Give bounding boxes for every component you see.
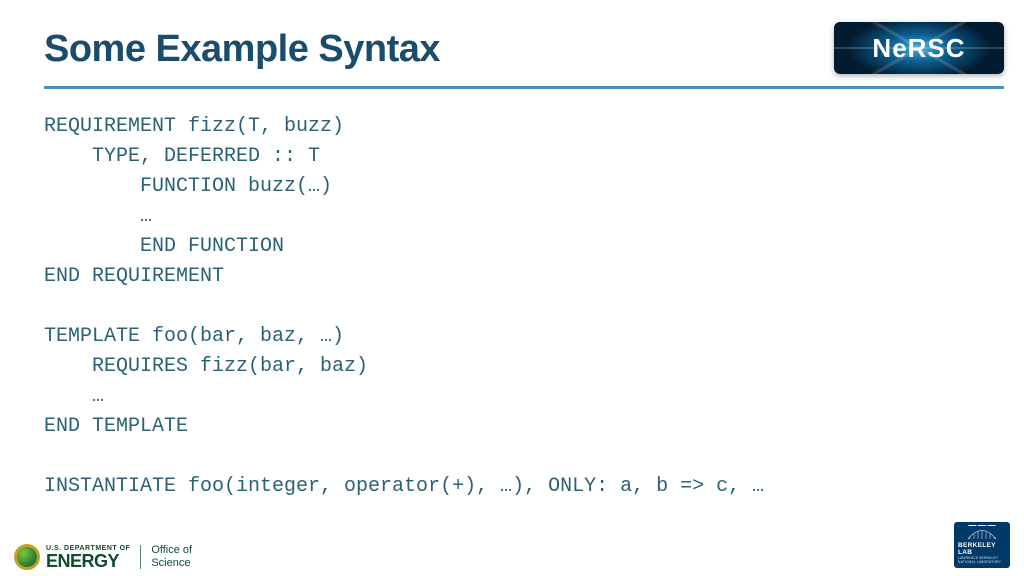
slide-title: Some Example Syntax — [44, 28, 440, 71]
doe-office-line1: Office of — [151, 544, 192, 557]
code-line: REQUIREMENT fizz(T, buzz) — [44, 115, 344, 138]
code-line: … — [44, 385, 104, 408]
doe-office-line2: Science — [151, 557, 192, 570]
code-line: TYPE, DEFERRED :: T — [44, 145, 320, 168]
doe-footer-logo: U.S. DEPARTMENT OF ENERGY Office of Scie… — [14, 544, 192, 570]
lbnl-label: BERKELEY LAB — [958, 542, 1006, 556]
divider-icon — [140, 545, 141, 569]
nersc-logo: NeRSC — [834, 22, 1004, 74]
code-line: … — [44, 205, 152, 228]
code-block: REQUIREMENT fizz(T, buzz) TYPE, DEFERRED… — [44, 112, 984, 502]
code-line: END REQUIREMENT — [44, 265, 224, 288]
doe-seal-icon — [14, 544, 40, 570]
doe-text-block: U.S. DEPARTMENT OF ENERGY Office of Scie… — [46, 544, 192, 569]
building-icon — [960, 525, 1004, 540]
code-line: END TEMPLATE — [44, 415, 188, 438]
nersc-logo-text: NeRSC — [872, 33, 965, 64]
doe-energy-label: ENERGY — [46, 552, 130, 570]
code-line: INSTANTIATE foo(integer, operator(+), …)… — [44, 475, 764, 498]
code-line: TEMPLATE foo(bar, baz, …) — [44, 325, 344, 348]
slide: Some Example Syntax NeRSC REQUIREMENT fi… — [0, 0, 1024, 576]
code-line: FUNCTION buzz(…) — [44, 175, 332, 198]
code-line: REQUIRES fizz(bar, baz) — [44, 355, 368, 378]
horizontal-rule — [44, 86, 1004, 89]
lbnl-sublabel: LAWRENCE BERKELEY NATIONAL LABORATORY — [958, 556, 1006, 564]
code-line: END FUNCTION — [44, 235, 284, 258]
berkeley-lab-logo: BERKELEY LAB LAWRENCE BERKELEY NATIONAL … — [954, 522, 1010, 568]
